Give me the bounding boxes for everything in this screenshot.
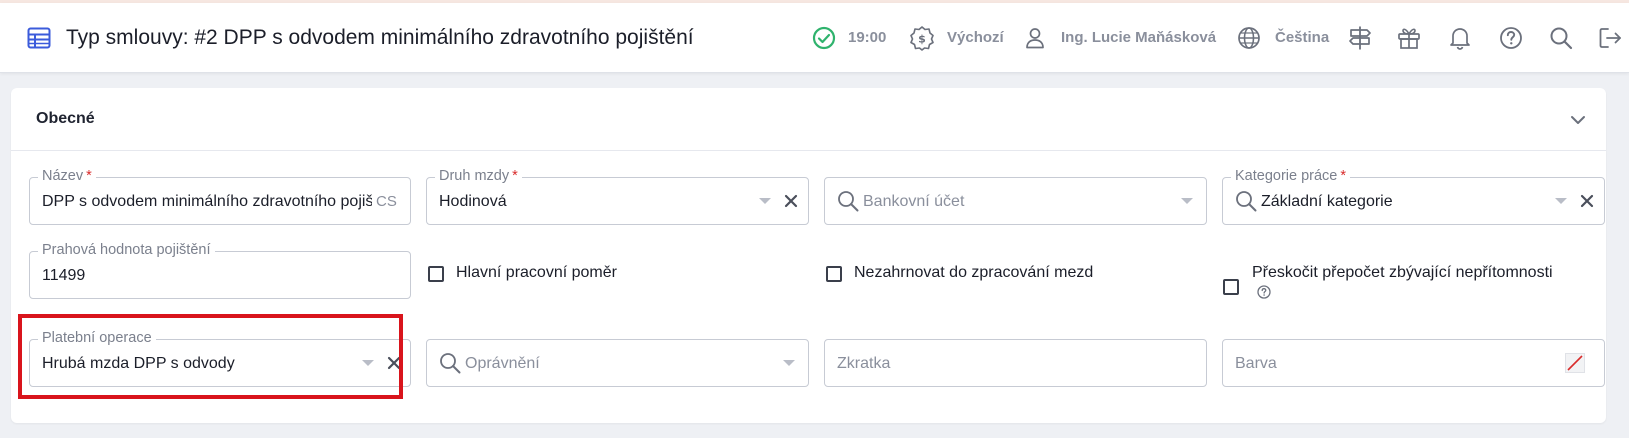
app-header: Typ smlouvy: #2 DPP s odvodem minimálníh… <box>0 3 1629 73</box>
table-icon <box>26 3 52 72</box>
chevron-down-icon[interactable] <box>1568 110 1588 130</box>
user-icon[interactable] <box>1024 3 1046 72</box>
currency-profile[interactable]: Výchozí <box>947 3 1004 72</box>
dropdown-arrow-icon[interactable] <box>1181 198 1193 204</box>
money-icon[interactable]: $ <box>909 3 935 72</box>
language-selector[interactable]: Čeština <box>1275 3 1329 72</box>
bell-icon[interactable] <box>1447 3 1473 72</box>
zkratka-placeholder[interactable]: Zkratka <box>837 340 890 386</box>
logout-icon[interactable] <box>1597 3 1623 72</box>
dropdown-arrow-icon[interactable] <box>1555 198 1567 204</box>
globe-icon[interactable] <box>1236 3 1262 72</box>
highlight-box <box>18 314 403 399</box>
opravneni-placeholder[interactable]: Oprávnění <box>465 340 540 386</box>
dropdown-arrow-icon[interactable] <box>759 198 771 204</box>
nazev-field[interactable]: Název * DPP s odvodem minimálního zdravot… <box>29 167 411 225</box>
search-icon <box>838 191 859 212</box>
page-title: Typ smlouvy: #2 DPP s odvodem minimálníh… <box>66 26 694 49</box>
hlavni-pomer-label[interactable]: Hlavní pracovní poměr <box>456 263 617 283</box>
hlavni-pomer-checkbox[interactable] <box>428 266 444 282</box>
preskocit-label[interactable]: Přeskočit přepočet zbývající nepřítomnos… <box>1252 263 1553 283</box>
help-icon[interactable] <box>1498 3 1524 72</box>
color-picker-icon[interactable] <box>1565 353 1585 373</box>
kategorie-prace-field[interactable]: Kategorie práce * Základní kategorie <box>1222 167 1605 225</box>
prahova-hodnota-field[interactable]: Prahová hodnota pojištění 11499 <box>29 241 411 299</box>
preskocit-checkbox[interactable] <box>1223 279 1239 295</box>
check-circle-icon[interactable] <box>811 3 837 72</box>
section-title: Obecné <box>36 110 95 127</box>
clear-icon[interactable] <box>1579 193 1595 209</box>
kategorie-prace-value[interactable]: Základní kategorie <box>1261 178 1393 224</box>
language-suffix[interactable]: CS <box>376 178 397 224</box>
clear-icon[interactable] <box>783 193 799 209</box>
svg-text:$: $ <box>918 32 926 45</box>
search-icon[interactable] <box>1548 3 1574 72</box>
zkratka-field[interactable]: Zkratka <box>824 339 1207 387</box>
opravneni-field[interactable]: Oprávnění <box>426 339 809 387</box>
search-icon <box>440 353 461 374</box>
bankovni-ucet-field[interactable]: Bankovní účet <box>824 177 1207 225</box>
dropdown-arrow-icon[interactable] <box>783 360 795 366</box>
section-header[interactable]: Obecné <box>11 88 1606 151</box>
search-icon <box>1236 191 1257 212</box>
user-name[interactable]: Ing. Lucie Maňásková <box>1061 3 1216 72</box>
nazev-value[interactable]: DPP s odvodem minimálního zdravotního po… <box>42 178 372 224</box>
bankovni-ucet-placeholder[interactable]: Bankovní účet <box>863 178 964 224</box>
help-icon[interactable] <box>1257 285 1271 299</box>
druh-mzdy-value[interactable]: Hodinová <box>439 178 507 224</box>
signpost-icon[interactable] <box>1347 3 1373 72</box>
gift-icon[interactable] <box>1396 3 1422 72</box>
barva-placeholder[interactable]: Barva <box>1235 340 1277 386</box>
nezahrnovat-checkbox[interactable] <box>826 266 842 282</box>
nezahrnovat-label[interactable]: Nezahrnovat do zpracování mezd <box>854 263 1093 283</box>
time-display[interactable]: 19:00 <box>848 3 886 72</box>
druh-mzdy-field[interactable]: Druh mzdy * Hodinová <box>426 167 809 225</box>
barva-field[interactable]: Barva <box>1222 339 1605 387</box>
prahova-hodnota-value[interactable]: 11499 <box>42 252 85 298</box>
